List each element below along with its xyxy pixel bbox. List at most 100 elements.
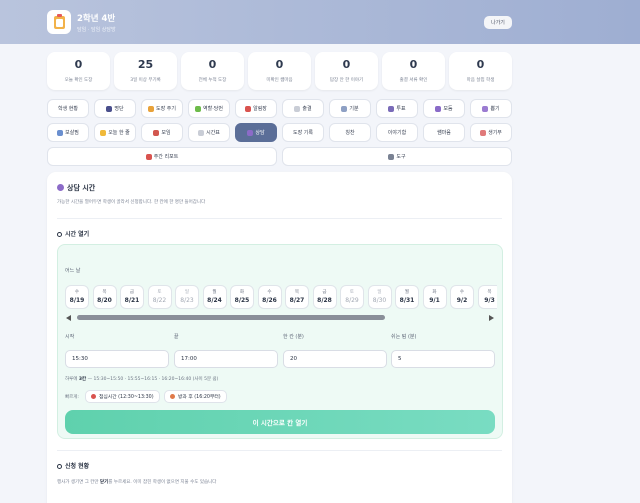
start-time-input[interactable]: 15:30 xyxy=(65,350,169,368)
open-section-title: 시간 열기 xyxy=(57,229,89,238)
nav-nav_row2-6[interactable]: 칭찬 xyxy=(329,123,371,142)
counsel-panel: 상담 시간 가능한 시간을 열어두면 학생이 골라서 신청합니다. 한 칸에 한… xyxy=(47,172,512,503)
day-date: 8/25 xyxy=(234,297,250,304)
page-subtitle: 담임 · 담임 상담방 xyxy=(77,27,116,33)
day-chip[interactable]: 월 8/24 xyxy=(202,285,227,309)
day-chip[interactable]: 목 8/20 xyxy=(92,285,117,309)
report-icon xyxy=(145,153,152,160)
care-icon xyxy=(57,129,64,136)
day-chip[interactable]: 토 8/29 xyxy=(340,285,364,309)
slot-summary: 하루에 3칸 — 15:30~15:50 · 15:55~16:15 · 16:… xyxy=(65,377,219,382)
stat-label: 미확인 쌤마음 xyxy=(266,78,293,83)
day-chip[interactable]: 수 8/19 xyxy=(65,285,89,309)
ballot-icon xyxy=(388,105,395,112)
day-chip[interactable]: 목 9/3 xyxy=(477,285,497,309)
day-picker: 수 8/19 목 8/20 금 8/21 토 8/22 일 8/23 월 8/24 화 8/25 수 8/26… xyxy=(65,285,497,310)
quick-afterschool-button[interactable]: 방과 후 (16:20부터) xyxy=(164,390,227,403)
day-weekday: 금 xyxy=(322,290,327,295)
day-chip[interactable]: 수 8/26 xyxy=(257,285,282,309)
nav-nav_row2-4[interactable]: 상담 xyxy=(235,123,277,142)
document-icon xyxy=(294,105,301,112)
day-date: 9/3 xyxy=(484,297,495,304)
day-date: 8/22 xyxy=(152,297,167,304)
day-chip[interactable]: 토 8/22 xyxy=(147,285,172,309)
day-date: 8/28 xyxy=(317,297,332,304)
nav-nav_row2-3[interactable]: 시간표 xyxy=(188,123,230,142)
open-slots-button[interactable]: 이 시간으로 칸 열기 xyxy=(65,410,495,434)
nav-nav_row2-7[interactable]: 이야기함 xyxy=(376,123,418,142)
smile-icon xyxy=(100,129,107,136)
nav-nav_row2-0[interactable]: 보살핌 xyxy=(47,123,89,142)
day-weekday: 화 xyxy=(239,290,245,295)
group-icon xyxy=(435,105,442,112)
clock-icon xyxy=(57,464,62,469)
stat-card: 0 출결 서류 확인 xyxy=(382,52,445,90)
scroll-thumb[interactable] xyxy=(77,315,385,320)
nav-nav_row1-5[interactable]: 출결 xyxy=(282,99,324,118)
nav-nav_row2-1[interactable]: 오늘 한 줄 xyxy=(94,123,136,142)
day-weekday: 토 xyxy=(349,290,355,295)
day-date: 8/23 xyxy=(180,297,194,304)
day-date: 8/27 xyxy=(289,297,305,304)
which-day-label: 어느 날 xyxy=(65,268,81,274)
day-chip[interactable]: 목 8/27 xyxy=(285,285,309,309)
stat-card: 0 오늘 확인 도장 xyxy=(47,52,110,90)
day-chip[interactable]: 금 8/21 xyxy=(120,285,144,309)
chat-icon xyxy=(57,184,64,191)
day-chip[interactable]: 화 9/1 xyxy=(422,285,447,309)
header: 2학년 4반 담임 · 담임 상담방 나가기 xyxy=(0,0,640,44)
stat-card: 25 3일 이상 무기록 xyxy=(114,52,177,90)
stat-value: 0 xyxy=(409,58,418,71)
calendar-icon xyxy=(198,129,205,136)
exit-button[interactable]: 나가기 xyxy=(484,16,512,29)
nav-nav_row2-8[interactable]: 쌤마음 xyxy=(423,123,465,142)
stat-card: 0 전체 누적 도장 xyxy=(181,52,244,90)
stat-card: 0 마음 살핌 학생 xyxy=(449,52,512,90)
cloud-icon xyxy=(341,105,348,112)
day-date: 8/29 xyxy=(345,297,359,304)
day-chip[interactable]: 월 8/31 xyxy=(395,285,419,309)
clock-icon xyxy=(57,232,62,237)
person-icon xyxy=(106,105,113,112)
end-time-input[interactable]: 17:00 xyxy=(174,350,278,368)
status-description: 행사가 생기면 그 칸만 닫기를 누르세요. 이미 잡힌 학생이 없으면 지울 … xyxy=(57,480,217,485)
nav-nav_row1-8[interactable]: 모둠 xyxy=(423,99,465,118)
stat-label: 전체 누적 도장 xyxy=(198,78,227,83)
day-weekday: 월 xyxy=(404,290,410,295)
day-chip[interactable]: 화 8/25 xyxy=(230,285,254,309)
nav-nav_row1-4[interactable]: 알림장 xyxy=(235,99,277,118)
quick-lunch-button[interactable]: 점심시간 (12:30~13:30) xyxy=(85,390,160,403)
quick-label: 빠르게: xyxy=(65,395,79,400)
nav-nav_row1-0[interactable]: 학생 현황 xyxy=(47,99,89,118)
day-scrollbar[interactable] xyxy=(66,314,494,322)
divider xyxy=(57,450,502,451)
nav-nav_row1-6[interactable]: 기분 xyxy=(329,99,371,118)
day-chip[interactable]: 일 8/23 xyxy=(175,285,199,309)
chat-icon xyxy=(247,129,254,136)
tools-icon xyxy=(388,153,395,160)
day-chip[interactable]: 금 8/28 xyxy=(312,285,337,309)
nav-nav_row2-9[interactable]: 생기부 xyxy=(470,123,512,142)
day-date: 9/2 xyxy=(456,297,468,304)
scroll-left-icon[interactable] xyxy=(66,315,71,321)
nav-nav_row2-2[interactable]: 모임 xyxy=(141,123,183,142)
break-length-input[interactable]: 5 xyxy=(391,350,495,368)
nav-nav_row1-9[interactable]: 뽑기 xyxy=(470,99,512,118)
day-chip[interactable]: 일 8/30 xyxy=(367,285,392,309)
stat-label: 오늘 확인 도장 xyxy=(64,78,93,83)
nav-nav_row1-3[interactable]: 역할·당번 xyxy=(188,99,230,118)
slot-length-input[interactable]: 20 xyxy=(283,350,387,368)
stat-value: 0 xyxy=(208,58,217,71)
day-chip[interactable]: 수 9/2 xyxy=(450,285,474,309)
day-date: 8/30 xyxy=(372,297,387,304)
stat-value: 0 xyxy=(476,58,485,71)
nav-nav_row1-7[interactable]: 투표 xyxy=(376,99,418,118)
nav-nav_row1-2[interactable]: 도장 주기 xyxy=(141,99,183,118)
break-length-label: 쉬는 텀 (분) xyxy=(391,334,417,340)
nav-nav_row1-1[interactable]: 명단 xyxy=(94,99,136,118)
day-date: 8/26 xyxy=(262,297,277,304)
nav-row3-0[interactable]: 주간 리포트 xyxy=(47,147,277,166)
scroll-right-icon[interactable] xyxy=(489,315,494,321)
nav-row3-1[interactable]: 도구 xyxy=(282,147,512,166)
nav-nav_row2-5[interactable]: 도장 기록 xyxy=(282,123,324,142)
